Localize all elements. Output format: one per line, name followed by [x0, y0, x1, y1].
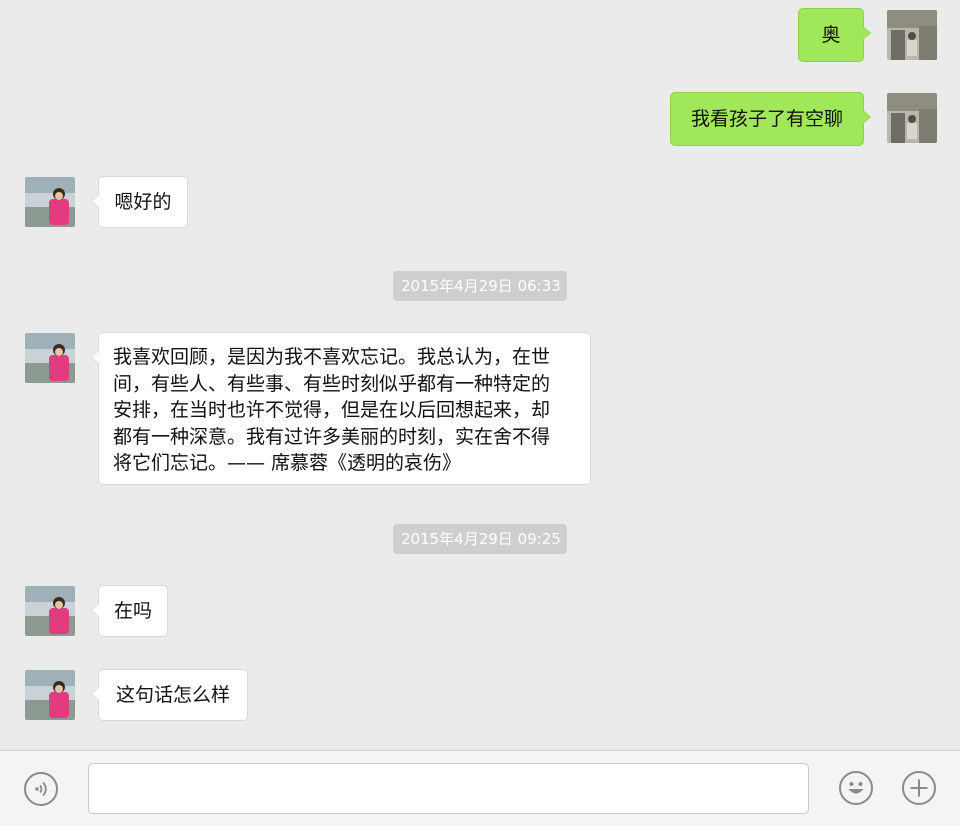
contact-avatar[interactable]	[25, 670, 75, 720]
plus-icon	[910, 779, 928, 797]
my-avatar[interactable]	[887, 93, 937, 143]
emoji-icon	[848, 782, 864, 794]
message-input[interactable]	[88, 763, 809, 814]
voice-button[interactable]	[24, 772, 58, 806]
message-text: 奥	[821, 24, 841, 46]
message-text: 我看孩子了有空聊	[690, 108, 843, 130]
voice-icon	[35, 781, 47, 797]
message-bubble-incoming[interactable]: 嗯好的	[91, 176, 188, 228]
my-avatar[interactable]	[887, 10, 937, 60]
message-input-bar	[0, 750, 960, 826]
chat-message-list[interactable]: 奥 我看孩子了有空聊 嗯好的 2015年4月29日 06:33 我喜欢回顾，是因…	[0, 0, 960, 750]
message-text: 在吗	[113, 600, 152, 622]
timestamp-divider: 2015年4月29日 06:33	[393, 271, 567, 301]
contact-avatar[interactable]	[25, 333, 75, 383]
emoji-button[interactable]	[839, 771, 873, 805]
message-text: 这句话怎么样	[115, 684, 230, 706]
message-bubble-incoming[interactable]: 在吗	[91, 585, 168, 637]
message-bubble-incoming[interactable]: 这句话怎么样	[91, 669, 248, 721]
message-bubble-outgoing[interactable]: 奥	[798, 8, 871, 62]
message-text: 嗯好的	[114, 191, 172, 213]
contact-avatar[interactable]	[25, 177, 75, 227]
timestamp-divider: 2015年4月29日 09:25	[393, 524, 567, 554]
message-bubble-incoming[interactable]: 我喜欢回顾，是因为我不喜欢忘记。我总认为，在世 间，有些人、有些事、有些时刻似乎…	[91, 332, 591, 485]
message-text: 我喜欢回顾，是因为我不喜欢忘记。我总认为，在世 间，有些人、有些事、有些时刻似乎…	[113, 346, 551, 474]
more-button[interactable]	[902, 771, 936, 805]
contact-avatar[interactable]	[25, 586, 75, 636]
message-bubble-outgoing[interactable]: 我看孩子了有空聊	[670, 92, 871, 146]
